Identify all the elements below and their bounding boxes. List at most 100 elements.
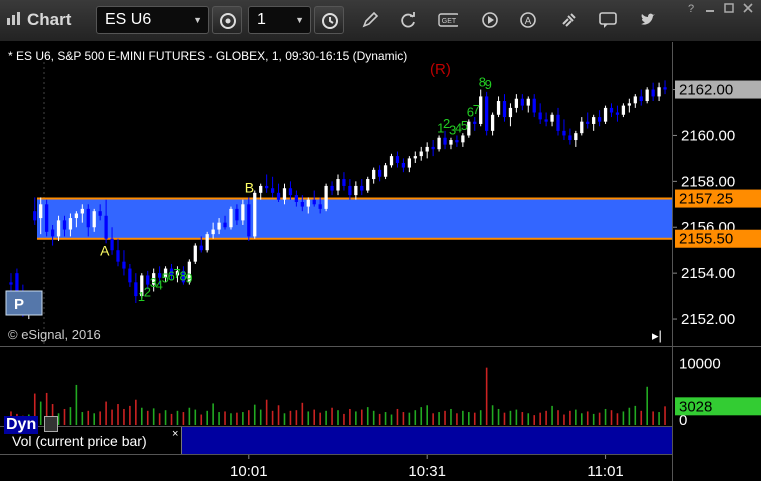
candle-body [330,185,334,191]
play-icon[interactable] [480,10,500,30]
candle-body [645,89,649,102]
candle-body [526,98,530,106]
chart-app-icon [7,12,20,25]
price-tick-label: 2152.00 [681,311,735,328]
support-zone [37,198,672,239]
candle-body [550,114,554,122]
candle-body [597,117,602,122]
setup-count-label: 9 [485,77,492,92]
symbol-input[interactable]: ES U6 ▼ [96,6,209,34]
interval-value: 1 [257,11,266,28]
candle-body [496,101,501,115]
time-button[interactable] [314,6,344,34]
candle-body [395,156,400,163]
candle-body [45,204,49,232]
volume-axis-labels: 1000003028 [675,355,761,427]
maximize-icon[interactable] [722,1,736,15]
chevron-down-icon[interactable]: ▼ [295,15,304,25]
axis-corner [672,426,761,481]
twitter-icon[interactable] [638,10,658,30]
price-tick-label: 2158.00 [681,173,735,190]
candle-body [33,211,37,221]
zone-low-price-label: 2155.50 [679,231,733,248]
candle-body [312,199,316,205]
close-study-icon[interactable]: × [172,428,178,440]
candle-body [437,137,441,150]
candle-body [520,98,524,106]
candle-body [657,87,661,97]
dynamic-mode-label[interactable]: Dyn [4,416,39,434]
candle-body [270,188,275,193]
chart-window: 123456789123456789ABP * ES U6, S&P 500 E… [0,42,761,481]
chevron-down-icon[interactable]: ▼ [193,15,202,25]
setup-count-label: 9 [185,271,192,286]
candle-body [568,135,572,141]
candle-body [306,199,310,207]
setup-count-label: 5 [461,118,468,133]
close-icon[interactable] [741,1,755,15]
candle-body [104,215,108,239]
candle-body [92,211,96,228]
candle-body [383,165,388,177]
interval-select[interactable]: 1 ▼ [248,6,311,34]
time-axis-labels: 10:01 10:31 11:01 [230,455,624,480]
volume-pane[interactable] [0,346,672,426]
candle-body [461,135,465,143]
alert-icon[interactable]: A [518,10,538,30]
scroll-to-end-button[interactable]: ▸| [652,328,662,344]
candle-body [265,185,269,189]
candle-body [217,222,221,230]
settings-icon [220,13,236,29]
time-tick-label: 11:01 [587,463,623,480]
candle-body [651,89,655,97]
zone-label-a: A [100,243,110,259]
candle-body [508,107,513,118]
clock-icon [322,13,338,29]
candle-body [556,114,560,131]
candle-body [544,119,548,122]
candle-body [473,121,477,124]
candle-body [193,245,197,262]
link-icon[interactable] [559,10,579,30]
candle-body [86,208,90,228]
candle-body [205,234,209,251]
candle-body [39,204,43,219]
volume-chart [10,367,666,425]
candle-body [282,188,287,200]
candle-body [502,101,507,118]
price-tick-label: 2154.00 [681,265,735,282]
candle-body [50,229,55,237]
candle-body [372,169,376,180]
last-price-label: 2162.00 [679,82,733,99]
candle-body [348,185,352,196]
volume-last-label: 3028 [679,398,712,415]
refresh-icon[interactable] [398,10,418,30]
candle-body [407,158,411,168]
r-marker: (R) [430,61,451,78]
help-icon[interactable]: ? [684,1,698,15]
volume-legend-bar: Vol (current price bar) × [0,426,672,455]
candle-body [116,250,120,262]
candle-body [74,213,79,219]
settings-button[interactable] [212,6,242,34]
price-pane[interactable]: 123456789123456789ABP * ES U6, S&P 500 E… [0,42,672,346]
comment-icon[interactable] [598,10,618,30]
candle-body [633,96,637,104]
zone-label-b: B [245,180,254,196]
volume-axis[interactable]: 10000 0 3028 [672,346,761,427]
time-tick-label: 10:31 [408,463,446,480]
time-axis[interactable]: 10:01 10:31 11:01 [0,454,672,481]
candle-body [211,229,215,235]
lock-icon[interactable] [44,416,58,432]
candle-body [229,208,233,228]
candle-body [223,222,227,228]
candle-body [586,121,590,124]
candle-body [342,179,346,186]
price-axis[interactable]: 2152.00 2154.00 2156.00 2158.00 2160.00 2162.… [672,42,761,346]
candle-body [110,238,114,251]
candle-body [300,202,304,207]
get-icon[interactable]: GET [438,10,458,30]
candle-body [485,96,489,131]
pencil-icon[interactable] [360,10,380,30]
minimize-icon[interactable] [703,1,717,15]
